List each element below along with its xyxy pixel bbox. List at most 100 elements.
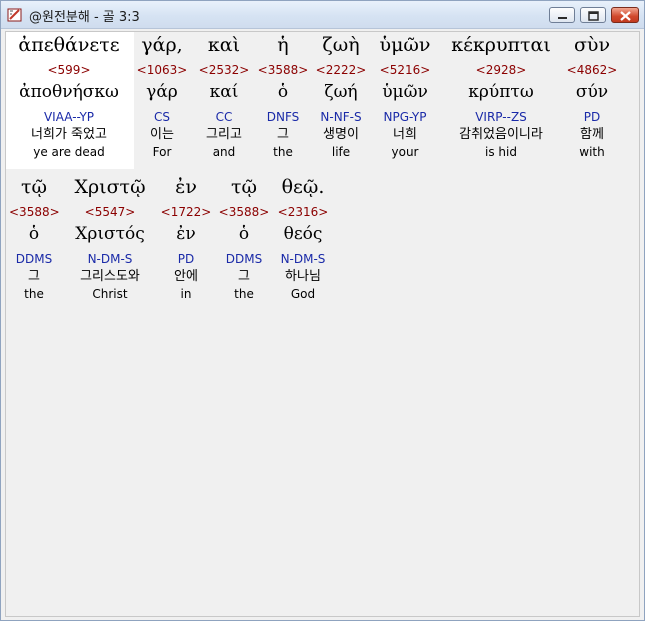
strong-number[interactable]: <2928>	[441, 62, 561, 79]
parsing-code: N-DM-S	[87, 252, 133, 266]
english-gloss: in	[180, 287, 192, 301]
english-gloss: God	[290, 287, 316, 301]
maximize-icon	[588, 11, 599, 21]
greek-word: καὶ	[207, 34, 241, 56]
word-column[interactable]: ἐν <1722> ἐν PD 안에 in	[159, 172, 213, 302]
strong-number[interactable]: <3588>	[217, 204, 271, 221]
korean-gloss: 안에	[174, 269, 198, 284]
korean-gloss: 그	[277, 127, 289, 142]
word-column[interactable]: τῷ <3588> ὁ DDMS 그 the	[217, 172, 271, 302]
korean-gloss: 그리스도와	[80, 269, 140, 284]
window-title: @원전분해 - 골 3:3	[29, 10, 140, 25]
english-gloss: life	[331, 145, 351, 159]
lemma-word: καί	[209, 82, 239, 102]
greek-word: ἀπεθάνετε	[18, 34, 120, 56]
word-column[interactable]: καὶ <2532> καί CC 그리고 and	[195, 30, 253, 160]
lemma-word: θεός	[283, 224, 323, 244]
title-bar[interactable]: @원전분해 - 골 3:3	[1, 1, 644, 29]
lemma-word: ὁ	[238, 224, 250, 244]
strong-number[interactable]: <1063>	[133, 62, 191, 79]
korean-gloss: 생명이	[323, 127, 359, 142]
greek-word: τῷ	[20, 176, 47, 198]
korean-gloss: 그	[238, 269, 250, 284]
word-column[interactable]: θεῷ. <2316> θεός N-DM-S 하나님 God	[273, 172, 333, 302]
parsing-code: PD	[583, 110, 601, 124]
lemma-word: γάρ	[146, 82, 178, 102]
english-gloss: and	[212, 145, 236, 159]
greek-word: Χριστῷ	[74, 176, 146, 198]
interlinear-window: @원전분해 - 골 3:3 ἀπεθάνετε <599> ἀποθνήσκω …	[0, 0, 645, 621]
greek-word: ζωὴ	[322, 34, 360, 56]
parsing-code: DDMS	[15, 252, 53, 266]
close-button[interactable]	[611, 7, 639, 23]
app-icon	[7, 8, 22, 22]
parsing-code: VIAA--YP	[43, 110, 95, 124]
korean-gloss: 그	[28, 269, 40, 284]
close-icon	[620, 11, 631, 21]
strong-number[interactable]: <3588>	[9, 204, 60, 221]
parsing-code: NPG-YP	[383, 110, 427, 124]
strong-number[interactable]: <2222>	[311, 62, 371, 79]
english-gloss: the	[24, 287, 44, 301]
word-column[interactable]: ὑμῶν <5216> ὑμῶν NPG-YP 너희 your	[373, 30, 437, 160]
word-column[interactable]: Χριστῷ <5547> Χριστός N-DM-S 그리스도와 Chris…	[63, 172, 157, 302]
korean-gloss: 이는	[150, 127, 174, 142]
english-gloss: the	[234, 287, 254, 301]
word-column[interactable]: σὺν <4862> σύν PD 함께 with	[563, 30, 621, 160]
greek-word: σὺν	[573, 34, 611, 56]
word-column[interactable]: ἡ <3588> ὁ DNFS 그 the	[257, 30, 309, 160]
strong-number[interactable]: <4862>	[563, 62, 621, 79]
korean-gloss: 그리고	[206, 127, 242, 142]
parsing-code: DDMS	[225, 252, 263, 266]
english-gloss: is hid	[485, 145, 517, 159]
word-column[interactable]: ζωὴ <2222> ζωή N-NF-S 생명이 life	[311, 30, 371, 160]
parsing-code: N-NF-S	[320, 110, 362, 124]
greek-word: ἐν	[175, 176, 197, 198]
lemma-word: ἀποθνήσκω	[19, 82, 119, 102]
greek-word: γάρ,	[141, 34, 183, 56]
strong-number[interactable]: <3588>	[257, 62, 309, 79]
strong-number[interactable]: <2316>	[273, 204, 333, 221]
lemma-word: ἐν	[176, 224, 196, 244]
word-column[interactable]: γάρ, <1063> γάρ CS 이는 For	[133, 30, 191, 160]
greek-word: θεῷ.	[281, 176, 325, 198]
minimize-icon	[558, 17, 567, 19]
english-gloss: with	[579, 145, 605, 159]
parsing-code: PD	[177, 252, 195, 266]
parsing-code: VIRP--ZS	[475, 110, 527, 124]
lemma-word: ὁ	[277, 82, 289, 102]
english-gloss: the	[273, 145, 293, 159]
parsing-code: CC	[215, 110, 233, 124]
greek-word: ὑμῶν	[379, 34, 431, 56]
korean-gloss: 함께	[580, 127, 604, 142]
strong-number[interactable]: <5216>	[373, 62, 437, 79]
strong-number[interactable]: <1722>	[159, 204, 213, 221]
korean-gloss: 하나님	[285, 269, 321, 284]
strong-number[interactable]: <2532>	[195, 62, 253, 79]
parsing-code: CS	[154, 110, 170, 124]
lemma-word: σύν	[575, 82, 609, 102]
lemma-word: ὑμῶν	[382, 82, 428, 102]
korean-gloss: 너희가 죽었고	[31, 127, 107, 142]
english-gloss: your	[391, 145, 419, 159]
lemma-word: ζωή	[324, 82, 358, 102]
word-column[interactable]: κέκρυπται <2928> κρύπτω VIRP--ZS 감취었음이니라…	[441, 30, 561, 160]
word-column[interactable]: τῷ <3588> ὁ DDMS 그 the	[9, 172, 60, 302]
english-gloss: ye are dead	[33, 145, 105, 159]
parsing-code: N-DM-S	[280, 252, 326, 266]
minimize-button[interactable]	[549, 7, 575, 23]
strong-number[interactable]: <5547>	[63, 204, 157, 221]
english-gloss: Christ	[92, 287, 128, 301]
greek-word: κέκρυπται	[451, 34, 551, 56]
greek-word: ἡ	[277, 34, 289, 56]
strong-number[interactable]: <599>	[9, 62, 129, 79]
english-gloss: For	[152, 145, 172, 159]
lemma-word: Χριστός	[75, 224, 145, 244]
parsing-code: DNFS	[266, 110, 300, 124]
korean-gloss: 너희	[393, 127, 417, 142]
maximize-button[interactable]	[580, 7, 606, 23]
word-column[interactable]: ἀπεθάνετε <599> ἀποθνήσκω VIAA--YP 너희가 죽…	[9, 30, 129, 160]
lemma-word: κρύπτω	[468, 82, 534, 102]
lemma-word: ὁ	[28, 224, 40, 244]
greek-word: τῷ	[230, 176, 257, 198]
